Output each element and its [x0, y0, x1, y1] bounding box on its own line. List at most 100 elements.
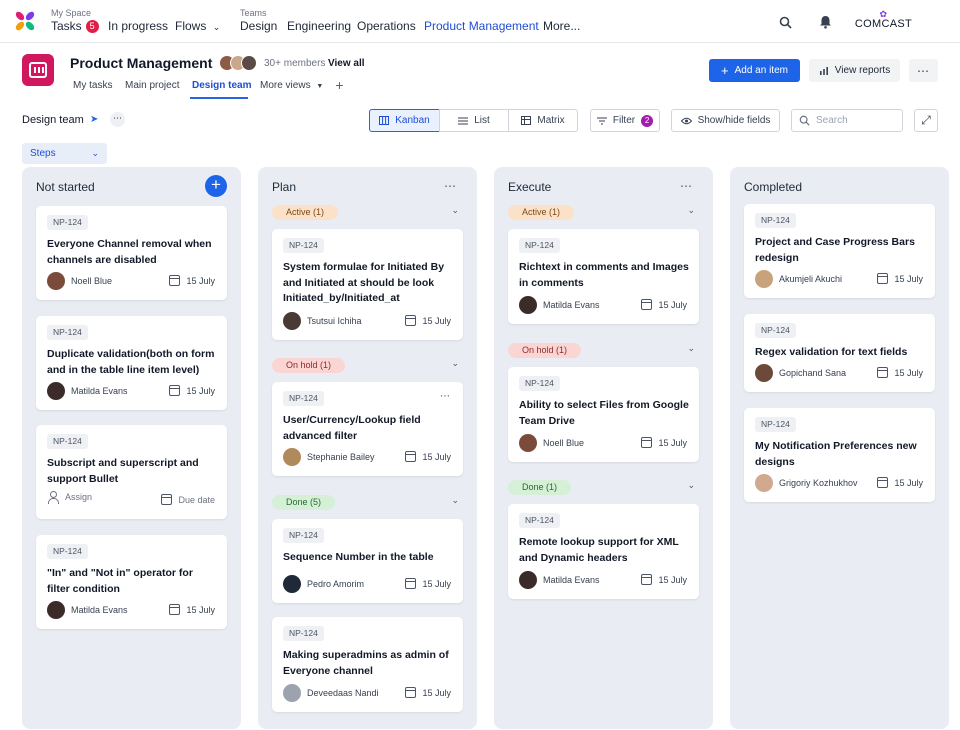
card-menu-icon[interactable]: ⋯ [440, 391, 451, 402]
due-date[interactable]: 15 July [169, 604, 215, 615]
task-card[interactable]: NP-124 Regex validation for text fields … [744, 314, 935, 392]
due-date[interactable]: 15 July [169, 275, 215, 286]
nav-team-operations[interactable]: Operations [357, 19, 416, 33]
tab-main-project[interactable]: Main project [125, 80, 179, 91]
kanban-view-button[interactable]: Kanban [369, 109, 440, 132]
assignee[interactable]: Matilda Evans [519, 571, 600, 589]
task-card[interactable]: NP-124 Richtext in comments and Images i… [508, 229, 699, 324]
view-all-link[interactable]: View all [328, 58, 365, 69]
assignee[interactable]: Pedro Amorim [283, 575, 364, 593]
group-done[interactable]: Done (5) ⌄ [272, 495, 459, 511]
board-search[interactable] [791, 109, 903, 132]
nav-in-progress[interactable]: In progress [108, 19, 168, 33]
assignee-name: Pedro Amorim [307, 579, 365, 589]
nav-team-more[interactable]: More... [543, 19, 580, 33]
task-id-tag: NP-124 [283, 626, 324, 641]
due-date[interactable]: 15 July [877, 273, 923, 284]
matrix-view-button[interactable]: Matrix [508, 109, 578, 132]
view-options-icon[interactable]: ⋯ [110, 112, 125, 127]
due-date[interactable]: 15 July [641, 299, 687, 310]
steps-dropdown[interactable]: Steps ⌄ [22, 143, 107, 164]
tab-my-tasks[interactable]: My tasks [73, 80, 112, 91]
filter-button[interactable]: Filter 2 [590, 109, 660, 132]
group-on-hold[interactable]: On hold (1) ⌄ [272, 358, 459, 374]
assignee[interactable]: Stephanie Bailey [283, 448, 375, 466]
tab-design-team[interactable]: Design team [192, 80, 251, 91]
tab-more-views-label: More views [260, 80, 311, 91]
filter-count-badge: 2 [641, 114, 654, 127]
assignee[interactable]: Gopichand Sana [755, 364, 846, 382]
due-date[interactable]: 15 July [405, 578, 451, 589]
task-card[interactable]: NP-124 Subscript and superscript and sup… [36, 425, 227, 519]
expand-icon[interactable]: ⤢ [914, 109, 938, 132]
task-card[interactable]: NP-124 Everyone Channel removal when cha… [36, 206, 227, 300]
column-menu-icon[interactable]: ⋯ [680, 179, 693, 193]
due-date[interactable]: 15 July [641, 574, 687, 585]
more-options-button[interactable]: ⋯ [909, 59, 938, 82]
assignee[interactable]: Tsutsui Ichiha [283, 312, 362, 330]
due-date[interactable]: 15 July [405, 687, 451, 698]
bar-chart-icon [819, 66, 828, 75]
assignee[interactable]: Matilda Evans [47, 382, 128, 400]
matrix-label: Matrix [537, 115, 565, 126]
assignee[interactable]: Akumjeli Akuchi [755, 270, 842, 288]
due-date[interactable]: Due date [161, 494, 215, 505]
chevron-down-icon[interactable]: ⌄ [687, 205, 695, 216]
nav-team-design[interactable]: Design [240, 19, 277, 33]
search-icon[interactable] [775, 12, 795, 32]
assignee[interactable]: Matilda Evans [519, 296, 600, 314]
task-id-tag: NP-124 [47, 215, 88, 230]
group-active[interactable]: Active (1) ⌄ [272, 205, 459, 221]
show-hide-fields-button[interactable]: Show/hide fields [671, 109, 780, 132]
tab-more-views[interactable]: More views ▼ [260, 80, 323, 91]
search-input[interactable] [816, 115, 896, 126]
task-card[interactable]: NP-124 System formulae for Initiated By … [272, 229, 463, 340]
task-card[interactable]: NP-124 ⋯ User/Currency/Lookup field adva… [272, 382, 463, 476]
nav-team-engineering[interactable]: Engineering [287, 19, 351, 33]
group-active[interactable]: Active (1) ⌄ [508, 205, 695, 221]
chevron-down-icon[interactable]: ⌄ [687, 480, 695, 491]
due-date[interactable]: 15 July [405, 451, 451, 462]
chevron-down-icon[interactable]: ⌄ [687, 343, 695, 354]
task-card[interactable]: NP-124 "In" and "Not in" operator for fi… [36, 535, 227, 629]
task-card[interactable]: NP-124 Ability to select Files from Goog… [508, 367, 699, 462]
calendar-icon [641, 437, 653, 448]
assignee[interactable]: Grigoriy Kozhukhov [755, 474, 858, 492]
app-logo-icon[interactable] [14, 10, 36, 32]
nav-team-product-management[interactable]: Product Management [424, 19, 539, 33]
add-card-plus-icon[interactable]: + [205, 175, 227, 197]
add-view-plus-icon[interactable]: + [333, 78, 346, 92]
view-reports-button[interactable]: View reports [809, 59, 900, 82]
member-avatars[interactable] [219, 55, 257, 71]
due-date[interactable]: 15 July [877, 367, 923, 378]
task-card[interactable]: NP-124 My Notification Preferences new d… [744, 408, 935, 502]
chevron-down-icon[interactable]: ⌄ [451, 358, 459, 369]
task-card[interactable]: NP-124 Duplicate validation(both on form… [36, 316, 227, 410]
assign-button[interactable]: Assign [47, 491, 92, 504]
assignee[interactable]: Noell Blue [47, 272, 112, 290]
pin-icon[interactable]: ➤ [90, 114, 98, 125]
add-item-button[interactable]: + Add an item [709, 59, 800, 82]
due-date[interactable]: 15 July [641, 437, 687, 448]
assignee[interactable]: Deveedaas Nandi [283, 684, 379, 702]
due-date[interactable]: 15 July [405, 315, 451, 326]
due-date[interactable]: 15 July [169, 385, 215, 396]
task-card[interactable]: NP-124 Sequence Number in the table Pedr… [272, 519, 463, 603]
chevron-down-icon[interactable]: ⌄ [451, 495, 459, 506]
list-view-button[interactable]: List [439, 109, 509, 132]
task-card[interactable]: NP-124 Remote lookup support for XML and… [508, 504, 699, 599]
nav-flows[interactable]: Flows ⌄ [175, 19, 220, 33]
group-done[interactable]: Done (1) ⌄ [508, 480, 695, 496]
assignee[interactable]: Noell Blue [519, 434, 584, 452]
calendar-icon [405, 315, 417, 326]
task-card[interactable]: NP-124 Project and Case Progress Bars re… [744, 204, 935, 298]
chevron-down-icon[interactable]: ⌄ [451, 205, 459, 216]
bell-icon[interactable] [815, 12, 835, 32]
due-date-label: 15 July [422, 578, 451, 589]
column-menu-icon[interactable]: ⋯ [444, 179, 457, 193]
nav-tasks[interactable]: Tasks 5 [51, 19, 99, 33]
task-card[interactable]: NP-124 Making superadmins as admin of Ev… [272, 617, 463, 712]
assignee[interactable]: Matilda Evans [47, 601, 128, 619]
group-on-hold[interactable]: On hold (1) ⌄ [508, 343, 695, 359]
due-date[interactable]: 15 July [877, 477, 923, 488]
